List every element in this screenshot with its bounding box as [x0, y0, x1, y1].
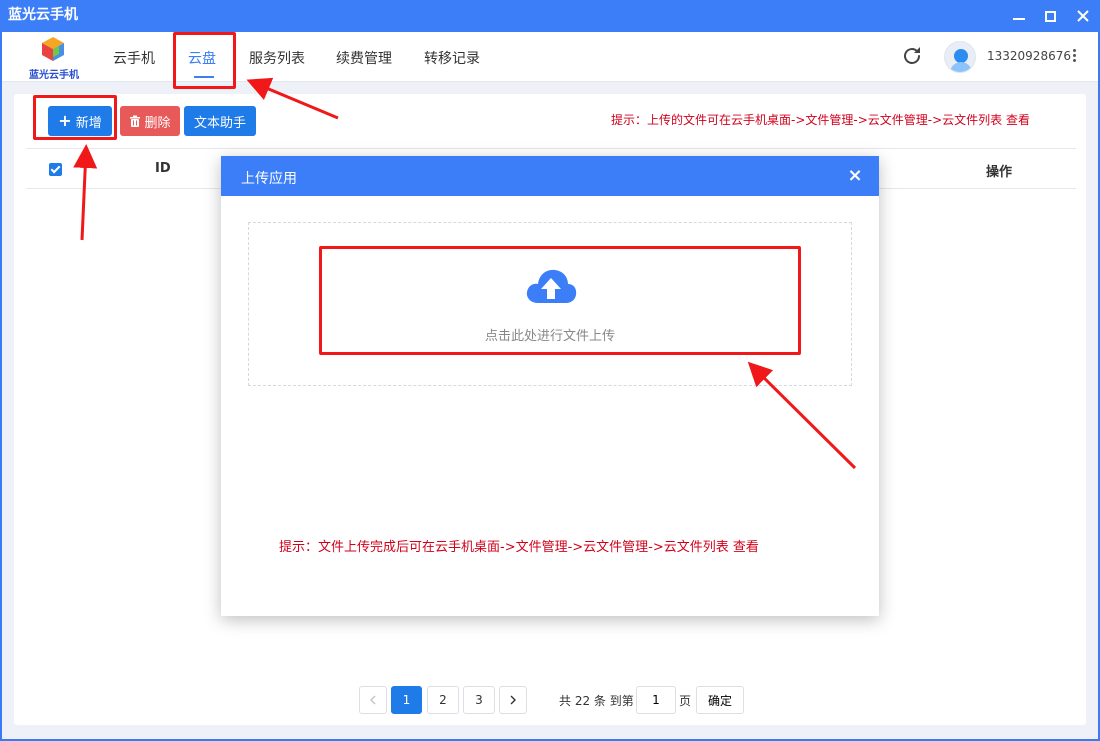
- add-button-label: 新增: [75, 115, 102, 131]
- app-logo: 蓝光云手机: [24, 36, 84, 81]
- top-nav-bar: 蓝光云手机 云手机 云盘 服务列表 续费管理 转移记录 13320928676: [2, 32, 1098, 82]
- text-helper-label: 文本助手: [193, 115, 246, 131]
- logo-text: 蓝光云手机: [29, 70, 79, 81]
- confirm-jump-button[interactable]: 确定: [696, 686, 744, 714]
- maximize-button[interactable]: [1036, 0, 1064, 32]
- upload-modal: 上传应用 × 点击此处进行文件上传 提示：文件上传完成后可在云手机桌面->文件管…: [221, 156, 879, 616]
- maximize-icon: [1044, 10, 1056, 22]
- page-suffix: 页: [679, 694, 692, 708]
- cloud-upload-icon: [526, 269, 577, 303]
- window-titlebar: 蓝光云手机: [0, 0, 1100, 32]
- upload-tip: 提示：上传的文件可在云手机桌面->文件管理->云文件管理->云文件列表 查看: [611, 113, 1030, 127]
- username[interactable]: 13320928676: [987, 49, 1071, 63]
- modal-title: 上传应用: [241, 171, 297, 187]
- modal-close-button[interactable]: ×: [845, 166, 865, 186]
- total-count-text: 共 22 条 到第: [559, 694, 634, 708]
- delete-button[interactable]: 删除: [120, 106, 180, 136]
- chevron-left-icon: [370, 695, 376, 705]
- prev-page-button[interactable]: [359, 686, 387, 714]
- more-vertical-icon[interactable]: [1069, 48, 1079, 64]
- next-page-button[interactable]: [499, 686, 527, 714]
- jump-page-input[interactable]: [636, 686, 676, 714]
- close-icon: [1077, 10, 1089, 22]
- page-button-3[interactable]: 3: [463, 686, 495, 714]
- window-title: 蓝光云手机: [8, 7, 78, 23]
- close-window-button[interactable]: [1069, 0, 1097, 32]
- nav-transfer-records[interactable]: 转移记录: [424, 48, 480, 68]
- nav-renewal-management[interactable]: 续费管理: [336, 48, 392, 68]
- minimize-icon: [1013, 18, 1025, 20]
- nav-cloud-phone[interactable]: 云手机: [113, 48, 155, 68]
- nav-active-indicator: [194, 76, 214, 78]
- page-button-1[interactable]: 1: [391, 686, 422, 714]
- modal-header: 上传应用 ×: [221, 156, 879, 196]
- delete-button-label: 删除: [144, 115, 171, 131]
- text-helper-button[interactable]: 文本助手: [184, 106, 256, 136]
- column-header-actions: 操作: [986, 165, 1013, 180]
- minimize-button[interactable]: [1005, 0, 1033, 32]
- upload-dropzone[interactable]: 点击此处进行文件上传: [248, 222, 852, 386]
- nav-cloud-disk[interactable]: 云盘: [188, 48, 216, 68]
- plus-icon: +: [58, 111, 72, 130]
- chevron-right-icon: [510, 695, 516, 705]
- modal-tip: 提示：文件上传完成后可在云手机桌面->文件管理->云文件管理->云文件列表 查看: [279, 540, 759, 555]
- column-header-id[interactable]: ID: [155, 161, 171, 176]
- select-all-checkbox[interactable]: [49, 163, 62, 176]
- trash-icon: [130, 115, 141, 127]
- refresh-icon[interactable]: [900, 44, 924, 68]
- avatar[interactable]: [944, 41, 976, 73]
- page-button-2[interactable]: 2: [427, 686, 459, 714]
- nav-service-list[interactable]: 服务列表: [249, 48, 305, 68]
- logo-cube-icon: [42, 37, 64, 61]
- dropzone-text: 点击此处进行文件上传: [484, 329, 615, 344]
- add-button[interactable]: + 新增: [48, 106, 112, 136]
